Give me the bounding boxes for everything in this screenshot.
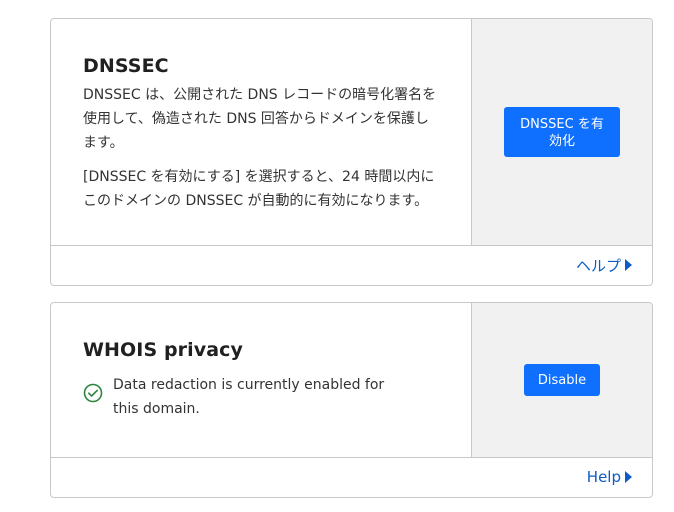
- dnssec-action-panel: DNSSEC を有 効化: [472, 19, 652, 245]
- dnssec-help-link[interactable]: ヘルプ: [576, 255, 632, 276]
- whois-action-panel: Disable: [472, 303, 652, 457]
- whois-status: Data redaction is currently enabled for …: [83, 373, 439, 421]
- dnssec-card: DNSSEC DNSSEC は、公開された DNS レコードの暗号化署名を使用し…: [50, 18, 653, 286]
- whois-help-label: Help: [586, 468, 621, 486]
- whois-title: WHOIS privacy: [83, 339, 244, 361]
- whois-footer: Help: [51, 457, 652, 497]
- whois-card-body: WHOIS privacy Data redaction is currentl…: [51, 303, 652, 458]
- enable-dnssec-label-line-2: 効化: [548, 134, 575, 149]
- dnssec-footer: ヘルプ: [51, 245, 652, 285]
- whois-status-text: Data redaction is currently enabled for …: [113, 377, 385, 417]
- whois-help-link[interactable]: Help: [587, 468, 632, 486]
- enable-dnssec-button[interactable]: DNSSEC を有 効化: [504, 107, 620, 157]
- enable-dnssec-label-line-1: DNSSEC を有: [520, 117, 604, 132]
- whois-content: WHOIS privacy Data redaction is currentl…: [51, 303, 472, 457]
- whois-privacy-card: WHOIS privacy Data redaction is currentl…: [50, 302, 653, 498]
- dnssec-description-1: DNSSEC は、公開された DNS レコードの暗号化署名を使用して、偽造された…: [83, 87, 437, 151]
- caret-right-icon: [625, 471, 632, 483]
- dnssec-card-body: DNSSEC DNSSEC は、公開された DNS レコードの暗号化署名を使用し…: [51, 19, 652, 246]
- dnssec-help-label: ヘルプ: [575, 256, 621, 275]
- caret-right-icon: [625, 259, 632, 271]
- dnssec-description-2: [DNSSEC を有効にする] を選択すると、24 時間以内にこのドメインの D…: [83, 169, 435, 209]
- dnssec-title: DNSSEC: [83, 55, 169, 77]
- disable-whois-button[interactable]: Disable: [524, 364, 600, 396]
- check-circle-icon: [83, 383, 103, 403]
- dnssec-content: DNSSEC DNSSEC は、公開された DNS レコードの暗号化署名を使用し…: [51, 19, 472, 245]
